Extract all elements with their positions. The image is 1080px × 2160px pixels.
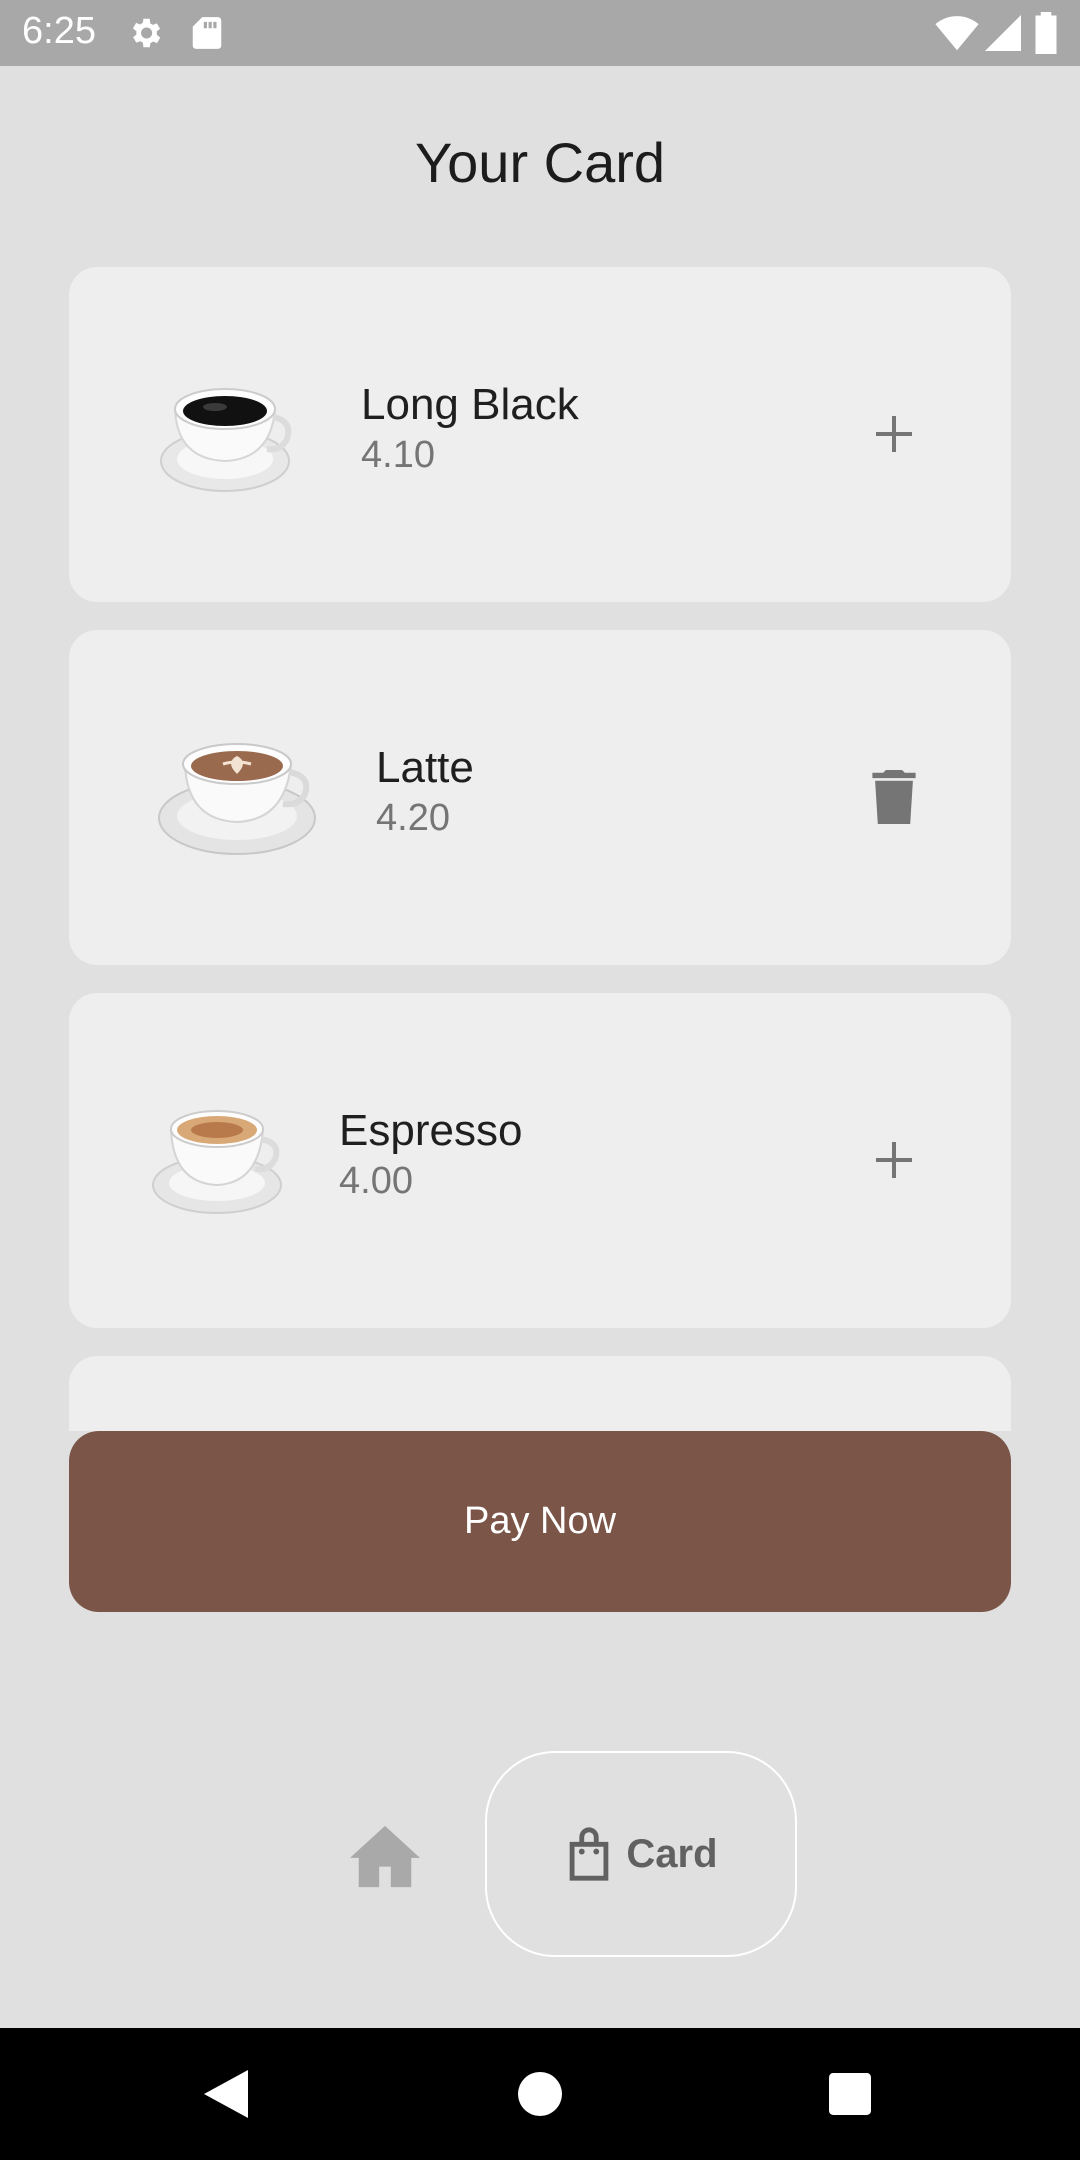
espresso-cup-image	[152, 1110, 282, 1214]
nav-home-button[interactable]	[350, 1822, 420, 1888]
item-price: 4.20	[376, 797, 450, 839]
item-price: 4.00	[339, 1160, 413, 1202]
shopping-bag-icon	[570, 1827, 609, 1881]
battery-icon	[1035, 12, 1057, 54]
sd-card-icon	[192, 17, 222, 49]
cart-item-partial	[69, 1356, 1011, 1431]
recents-icon[interactable]	[829, 2073, 871, 2115]
add-to-cart-button[interactable]	[849, 1115, 939, 1205]
add-icon	[876, 1142, 912, 1178]
cart-item-long-black: Long Black 4.10	[69, 267, 1011, 602]
cart-item-espresso: Espresso 4.00	[69, 993, 1011, 1328]
status-bar: 6:25	[0, 0, 1080, 66]
item-name: Long Black	[361, 380, 579, 429]
add-icon	[876, 416, 912, 452]
latte-cup-image	[158, 743, 316, 855]
status-time: 6:25	[22, 10, 96, 52]
cart-item-info: Long Black 4.10	[361, 379, 579, 479]
long-black-cup-image	[160, 388, 292, 492]
home-icon	[350, 1825, 420, 1888]
item-name: Latte	[376, 743, 474, 792]
page-title: Your Card	[414, 131, 666, 194]
cart-item-info: Latte 4.20	[376, 742, 474, 842]
item-price: 4.10	[361, 434, 435, 476]
nav-card-tab[interactable]: Card	[485, 1751, 797, 1957]
remove-from-cart-button[interactable]	[849, 752, 939, 842]
nav-card-label: Card	[626, 1831, 718, 1876]
back-icon[interactable]	[204, 2070, 248, 2118]
wifi-icon	[935, 16, 979, 51]
cart-item-info: Espresso 4.00	[339, 1105, 522, 1205]
home-circle-icon[interactable]	[518, 2072, 562, 2116]
settings-icon	[132, 18, 161, 48]
delete-icon	[872, 770, 916, 824]
cart-list[interactable]: Long Black 4.10 Latte 4.20 Espresso 4.00	[69, 267, 1011, 1431]
system-navigation-bar	[0, 2028, 1080, 2160]
pay-now-button[interactable]: Pay Now	[69, 1431, 1011, 1612]
item-name: Espresso	[339, 1106, 523, 1155]
cart-item-latte: Latte 4.20	[69, 630, 1011, 965]
signal-icon	[985, 15, 1021, 51]
add-to-cart-button[interactable]	[849, 389, 939, 479]
